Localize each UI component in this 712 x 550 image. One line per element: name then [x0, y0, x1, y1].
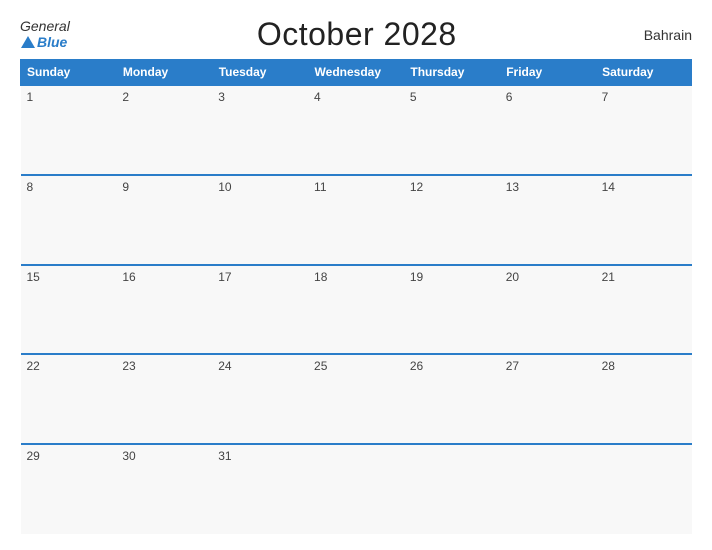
day-number: 4	[314, 90, 398, 104]
weekday-header-sunday: Sunday	[21, 60, 117, 86]
day-number: 26	[410, 359, 494, 373]
calendar-cell: 10	[212, 175, 308, 265]
weekday-header-tuesday: Tuesday	[212, 60, 308, 86]
calendar-cell: 22	[21, 354, 117, 444]
calendar-cell: 13	[500, 175, 596, 265]
week-row-2: 89 10 11 12 13 14	[21, 175, 692, 265]
calendar-cell: 26	[404, 354, 500, 444]
weekday-header-saturday: Saturday	[596, 60, 692, 86]
week-row-3: 15 16 17 18 19 20 21	[21, 265, 692, 355]
day-number: 15	[27, 270, 111, 284]
calendar-table: SundayMondayTuesdayWednesdayThursdayFrid…	[20, 59, 692, 534]
weekday-header-wednesday: Wednesday	[308, 60, 404, 86]
calendar-cell	[308, 444, 404, 534]
calendar-cell: 31	[212, 444, 308, 534]
calendar-cell: 9	[116, 175, 212, 265]
day-number: 19	[410, 270, 494, 284]
day-number: 12	[410, 180, 494, 194]
day-number: 11	[314, 180, 398, 194]
calendar-cell: 23	[116, 354, 212, 444]
day-number: 10	[218, 180, 302, 194]
logo-general-text: General	[20, 19, 70, 34]
week-row-5: 29 30 31	[21, 444, 692, 534]
weekday-header-thursday: Thursday	[404, 60, 500, 86]
day-number: 23	[122, 359, 206, 373]
day-number: 14	[602, 180, 686, 194]
calendar-cell: 11	[308, 175, 404, 265]
day-number: 7	[602, 90, 686, 104]
weekday-header-monday: Monday	[116, 60, 212, 86]
calendar-cell: 24	[212, 354, 308, 444]
logo: General Blue	[20, 19, 70, 50]
calendar-cell: 27	[500, 354, 596, 444]
day-number: 24	[218, 359, 302, 373]
calendar-cell: 6	[500, 85, 596, 175]
calendar-cell: 16	[116, 265, 212, 355]
calendar-cell: 29	[21, 444, 117, 534]
calendar-title: October 2028	[257, 16, 457, 53]
calendar-cell	[404, 444, 500, 534]
calendar-cell: 14	[596, 175, 692, 265]
calendar-cell: 8	[21, 175, 117, 265]
day-number: 21	[602, 270, 686, 284]
day-number: 5	[410, 90, 494, 104]
weekday-header-row: SundayMondayTuesdayWednesdayThursdayFrid…	[21, 60, 692, 86]
day-number: 3	[218, 90, 302, 104]
calendar-cell: 12	[404, 175, 500, 265]
day-number: 31	[218, 449, 302, 463]
calendar-cell: 19	[404, 265, 500, 355]
calendar-cell: 4	[308, 85, 404, 175]
logo-triangle-icon	[21, 36, 35, 48]
day-number: 16	[122, 270, 206, 284]
calendar-cell: 25	[308, 354, 404, 444]
logo-blue-text: Blue	[37, 34, 67, 50]
calendar-cell	[500, 444, 596, 534]
calendar-cell: 3	[212, 85, 308, 175]
logo-blue-row: Blue	[20, 34, 67, 50]
day-number: 9	[122, 180, 206, 194]
day-number: 17	[218, 270, 302, 284]
day-number: 8	[27, 180, 111, 194]
day-number: 6	[506, 90, 590, 104]
day-number: 20	[506, 270, 590, 284]
day-number: 28	[602, 359, 686, 373]
calendar-cell: 30	[116, 444, 212, 534]
calendar-cell: 5	[404, 85, 500, 175]
day-number: 1	[27, 90, 111, 104]
weekday-header-friday: Friday	[500, 60, 596, 86]
day-number: 18	[314, 270, 398, 284]
day-number: 27	[506, 359, 590, 373]
calendar-cell: 1	[21, 85, 117, 175]
calendar-cell	[596, 444, 692, 534]
calendar-cell: 17	[212, 265, 308, 355]
calendar-cell: 21	[596, 265, 692, 355]
calendar-cell: 18	[308, 265, 404, 355]
week-row-1: 1234567	[21, 85, 692, 175]
calendar-cell: 15	[21, 265, 117, 355]
calendar-cell: 7	[596, 85, 692, 175]
calendar-cell: 28	[596, 354, 692, 444]
day-number: 22	[27, 359, 111, 373]
day-number: 13	[506, 180, 590, 194]
country-label: Bahrain	[644, 27, 692, 43]
day-number: 29	[27, 449, 111, 463]
week-row-4: 22 23 24 25 26 27 28	[21, 354, 692, 444]
header: General Blue October 2028 Bahrain	[20, 16, 692, 53]
calendar-cell: 2	[116, 85, 212, 175]
day-number: 30	[122, 449, 206, 463]
day-number: 2	[122, 90, 206, 104]
calendar-cell: 20	[500, 265, 596, 355]
day-number: 25	[314, 359, 398, 373]
